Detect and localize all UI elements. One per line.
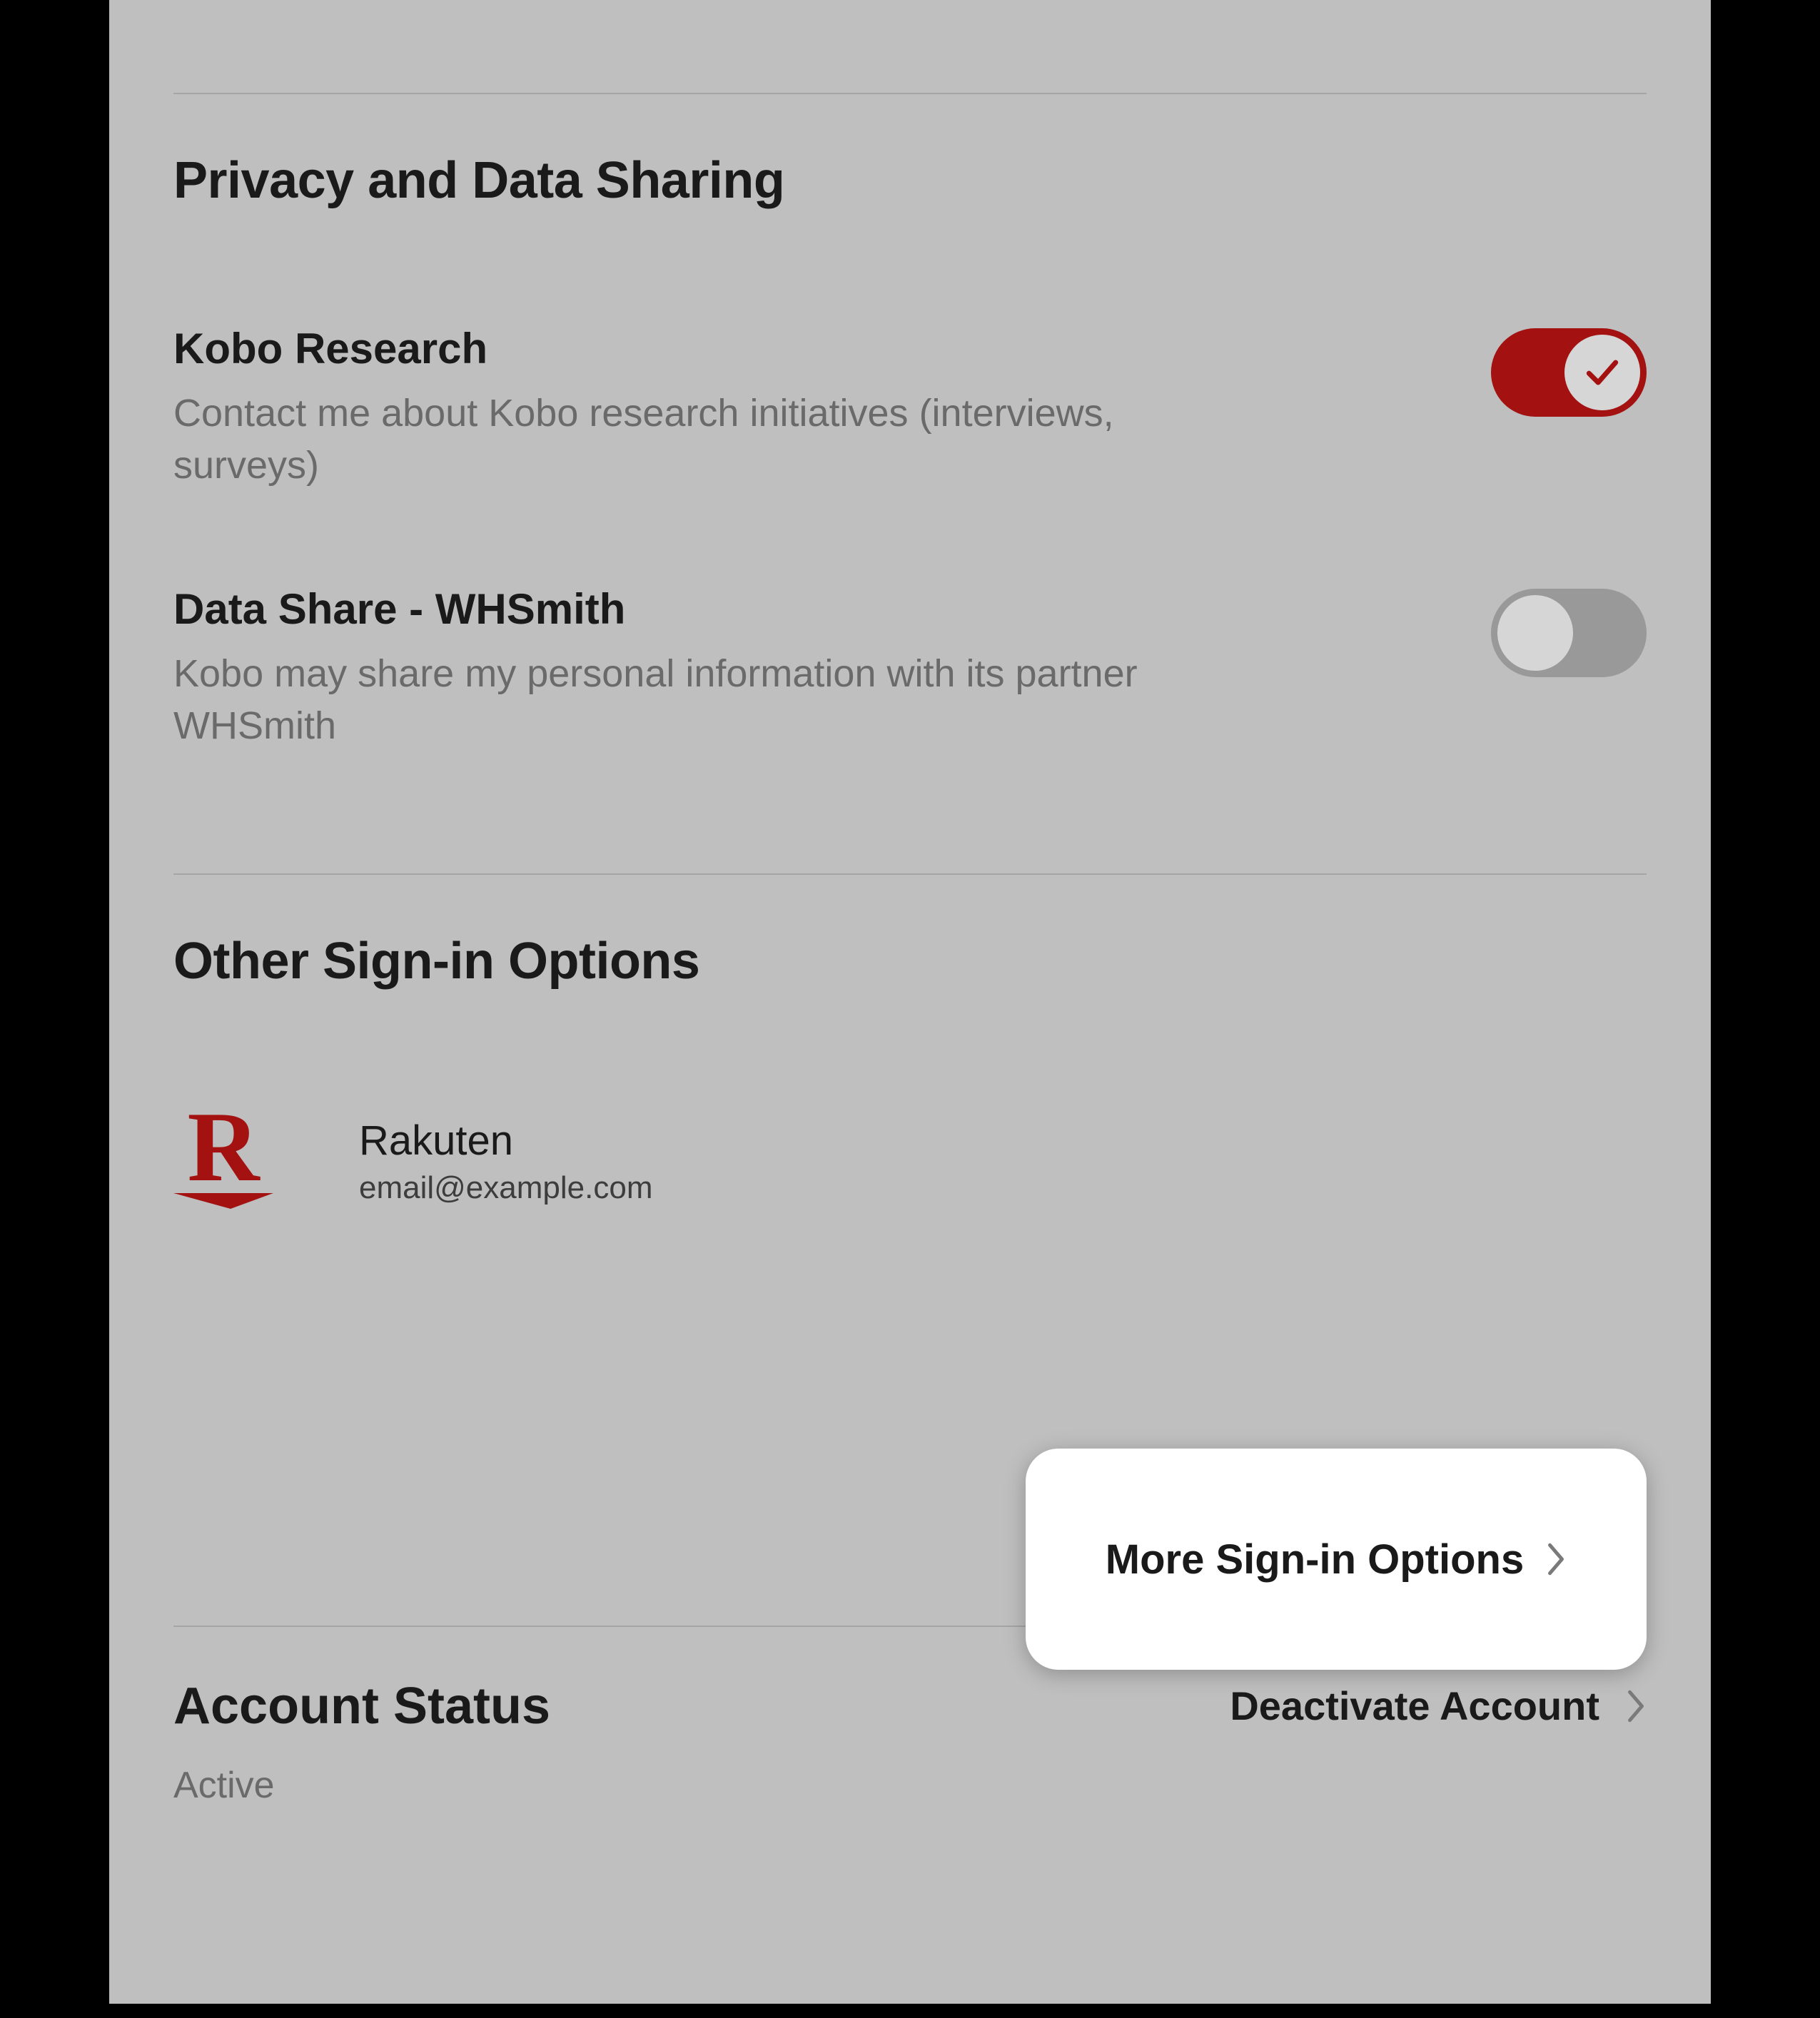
- kobo-research-title: Kobo Research: [173, 324, 1258, 373]
- data-share-title: Data Share - WHSmith: [173, 584, 1258, 634]
- rakuten-logo-icon: R: [173, 1097, 273, 1226]
- chevron-right-icon: [1545, 1542, 1567, 1576]
- divider: [173, 93, 1647, 94]
- signin-provider-email: email@example.com: [359, 1170, 652, 1206]
- chevron-right-icon: [1625, 1689, 1647, 1723]
- divider: [173, 873, 1647, 875]
- more-signin-options-button[interactable]: More Sign-in Options: [1026, 1449, 1647, 1670]
- signin-heading: Other Sign-in Options: [173, 932, 1647, 990]
- more-signin-label: More Sign-in Options: [1106, 1536, 1524, 1583]
- settings-panel: Privacy and Data Sharing Kobo Research C…: [109, 0, 1711, 2004]
- account-status-heading: Account Status: [173, 1677, 550, 1735]
- kobo-research-desc: Contact me about Kobo research initiativ…: [173, 387, 1258, 492]
- deactivate-account-button[interactable]: Deactivate Account: [1230, 1683, 1647, 1729]
- signin-provider-rakuten[interactable]: R Rakuten email@example.com: [173, 1097, 1647, 1226]
- signin-provider-name: Rakuten: [359, 1117, 652, 1165]
- setting-kobo-research: Kobo Research Contact me about Kobo rese…: [173, 324, 1647, 492]
- setting-data-share: Data Share - WHSmith Kobo may share my p…: [173, 584, 1647, 752]
- privacy-heading: Privacy and Data Sharing: [173, 151, 1647, 210]
- kobo-research-toggle[interactable]: [1491, 328, 1647, 417]
- check-icon: [1582, 353, 1622, 392]
- account-status-value: Active: [173, 1764, 1647, 1807]
- deactivate-account-label: Deactivate Account: [1230, 1683, 1599, 1729]
- data-share-toggle[interactable]: [1491, 589, 1647, 677]
- data-share-desc: Kobo may share my personal information w…: [173, 648, 1258, 752]
